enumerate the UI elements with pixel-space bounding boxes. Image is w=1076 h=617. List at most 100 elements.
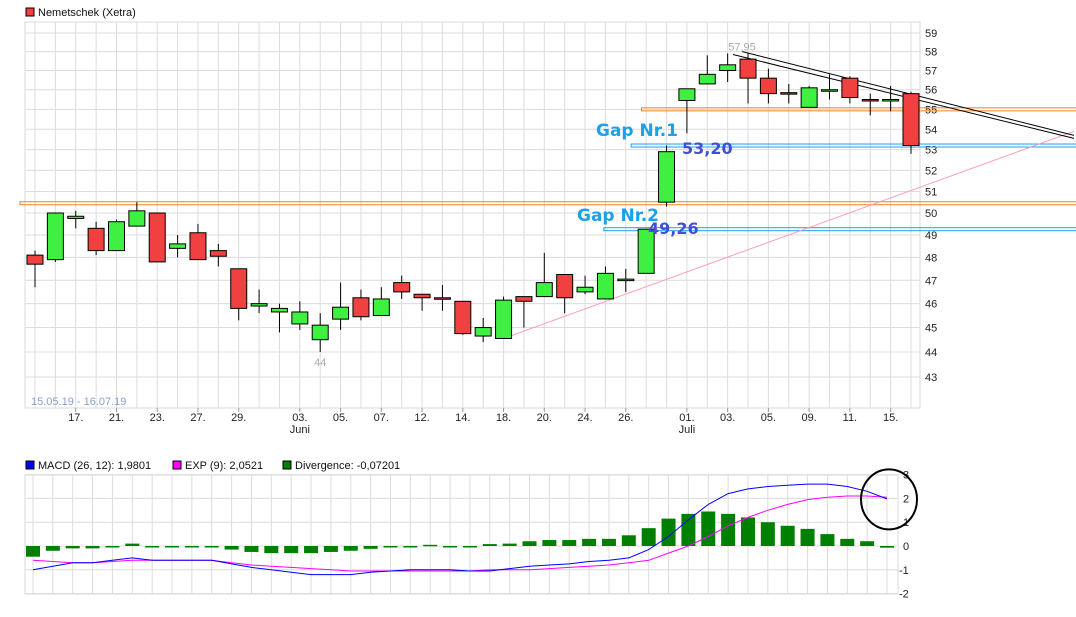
divergence-bar [184,546,199,548]
x-tick-label: 09. [801,412,816,424]
divergence-bar [323,546,338,552]
x-tick-label: 20. [537,412,552,424]
x-tick-label: 07. [374,412,389,424]
y-tick-label: 59 [925,28,937,40]
y-tick-label: 56 [925,85,937,97]
divergence-bar [840,538,855,546]
x-tick-label: 03. [292,412,307,424]
candle-body [311,324,329,341]
divergence-bar [721,513,736,546]
candle-body [515,296,533,302]
date-range-label: 15.05.19 - 16.07.19 [31,396,126,408]
candle-body [495,299,513,339]
divergence-bar [85,546,100,549]
divergence-bar [264,546,279,554]
candle-body [617,278,635,282]
divergence-bar [800,528,815,546]
macd-y-tick-label: -2 [899,589,909,601]
low-label: 44 [314,357,326,369]
divergence-bar [860,541,875,546]
candle-body [148,212,166,263]
x-tick-label: 14. [455,412,470,424]
divergence-bar [363,546,378,549]
divergence-bar [502,543,517,546]
candle-body [841,77,859,99]
divergence-bar [780,525,795,546]
divergence-bar [562,540,577,546]
gap1-title: Gap Nr.1 [596,121,678,141]
candle-body [759,77,777,95]
divergence-bar [601,538,616,546]
high-label: 57,95 [728,42,756,54]
candle-body [556,274,574,299]
x-tick-label: 12. [414,412,429,424]
candle-body [87,227,105,252]
x-tick-label: 24. [577,412,592,424]
candle-body [250,303,268,307]
candle-body [189,232,207,261]
candle-body [658,151,676,203]
candle-body [535,282,553,298]
macd-legend-swatch [172,460,182,470]
gap1-value: 53,20 [682,139,733,158]
candle-body [821,89,839,92]
candle-body [67,215,85,219]
x-tick-label: 05. [761,412,776,424]
candle-body [209,250,227,257]
x-tick-label: 27. [190,412,205,424]
divergence-bar [284,546,299,554]
divergence-bar [582,538,597,546]
candle-body [413,293,431,299]
y-tick-label: 47 [925,275,937,287]
x-tick-label: 26. [618,412,633,424]
candle-body [230,268,248,309]
y-tick-label: 51 [925,186,937,198]
x-tick-label: 29. [231,412,246,424]
divergence-bar [204,546,219,548]
x-tick-label: 15. [883,412,898,424]
candle-body [800,87,818,108]
y-tick-label: 44 [925,347,937,359]
divergence-bar [125,543,140,546]
divergence-bar [880,546,894,548]
y-tick-label: 48 [925,252,937,264]
divergence-bar [423,544,438,547]
candle-body [372,298,390,317]
x-tick-label: 18. [496,412,511,424]
stock-chart: 434445464748495051525354555657585917. 21.… [19,7,1076,601]
divergence-bar [224,546,239,550]
x-tick-label: 05. [333,412,348,424]
divergence-bar [165,546,180,548]
candle-body [576,286,594,293]
gap2-value: 49,26 [648,219,699,238]
candle-body [861,99,879,102]
y-tick-label: 57 [925,66,937,78]
divergence-bar [343,546,358,551]
x-tick-label: 17. [68,412,83,424]
legend-swatch [25,7,35,17]
x-tick-label: 03. [720,412,735,424]
candle-body [332,306,350,320]
y-tick-label: 45 [925,323,937,335]
divergence-bar [26,546,40,557]
candle-body [454,300,472,335]
x-tick-label: 01. [679,412,694,424]
y-tick-label: 54 [925,124,937,136]
candle-body [46,212,64,261]
y-tick-label: 43 [925,372,937,384]
candle-body [26,254,44,265]
legend-label: Nemetschek (Xetra) [38,7,136,19]
y-tick-label: 50 [925,208,937,220]
divergence-bar [383,546,398,548]
candle-body [291,311,309,325]
y-tick-label: 58 [925,47,937,59]
divergence-bar [820,534,835,546]
macd-legend-label: Divergence: -0,07201 [295,460,400,472]
divergence-bar [304,546,319,554]
macd-y-tick-label: 0 [903,541,909,553]
macd-y-tick-label: -1 [899,565,909,577]
divergence-bar [681,513,696,546]
candle-body [698,73,716,85]
divergence-bar [641,528,656,546]
divergence-bar [105,546,120,548]
